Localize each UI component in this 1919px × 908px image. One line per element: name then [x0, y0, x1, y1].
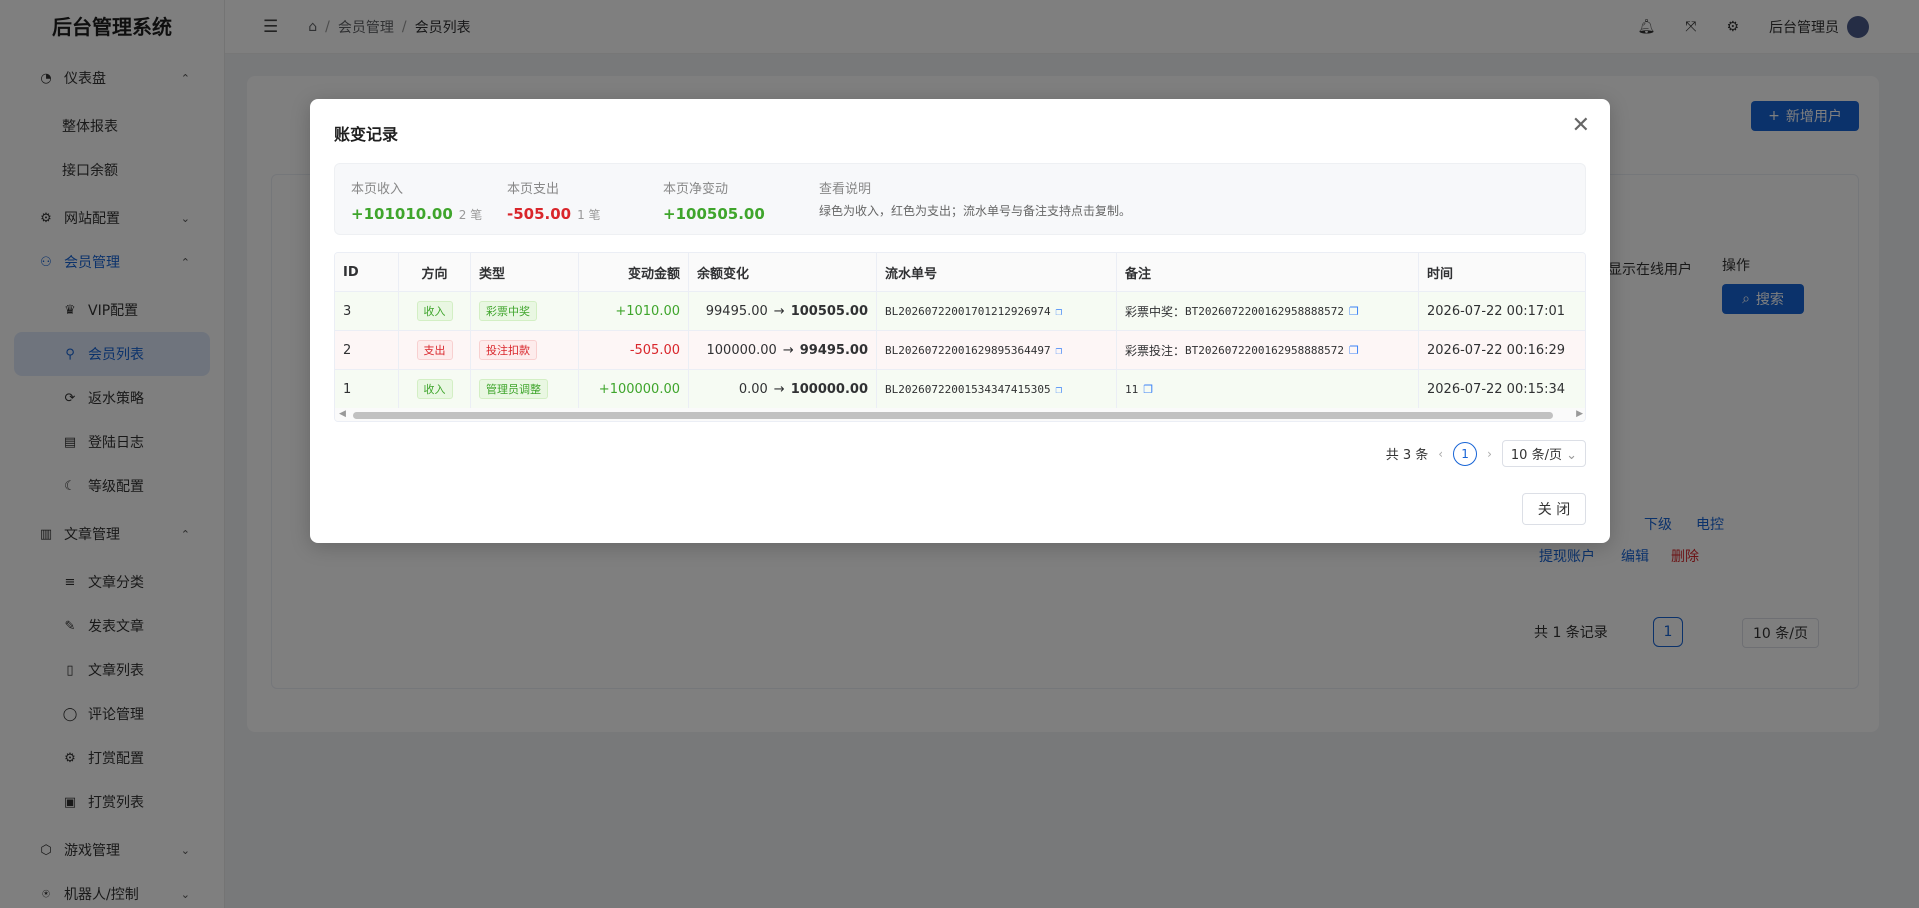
cell-serial[interactable]: BL20260722001629895364497 ❐: [877, 331, 1117, 369]
pagination: 共 3 条 ‹ 1 › 10 条/页 ⌄: [1386, 440, 1586, 467]
memo-value[interactable]: BT202607220016295888857​2: [1185, 305, 1344, 318]
table-row: 3 收入 彩票中奖 +1010.00 99495.00 → 100505.00 BL20260…: [335, 292, 1585, 331]
col-amount: 变动金额: [579, 253, 689, 291]
memo-value[interactable]: 11: [1125, 383, 1138, 396]
summary-panel: 本页收入 +101010.00 2 笔 本页支出 -505.00 1 笔 本页净变动…: [334, 163, 1586, 235]
direction-tag: 收入: [416, 301, 453, 321]
table-row: 2 支出 投注扣款 -505.00 100000.00 → 99495.00 BL202607…: [335, 331, 1585, 370]
memo-prefix: 彩票中奖：: [1125, 304, 1186, 319]
prev-page-icon[interactable]: ‹: [1438, 447, 1443, 461]
balance-to: 100505.00: [790, 303, 868, 319]
table-header: ID 方向 类型 变动金额 余额变化 流水单号 备注 时间: [335, 253, 1585, 292]
arrow-right-icon: →: [782, 342, 794, 358]
net-summary: 本页净变动 +100505.00: [663, 182, 765, 223]
cell-memo[interactable]: 11 ❐: [1117, 370, 1419, 408]
cell-time: 2026-07-22 00:15:34: [1427, 381, 1566, 397]
arrow-right-icon: →: [773, 381, 785, 397]
col-type: 类型: [471, 253, 579, 291]
col-serial: 流水单号: [877, 253, 1117, 291]
copy-icon[interactable]: ❐: [1349, 344, 1359, 357]
type-tag: 管理员调整: [479, 379, 548, 399]
balance-from: 0.00: [738, 381, 768, 397]
direction-tag: 支出: [416, 340, 453, 360]
income-value: +101010.00: [351, 205, 453, 223]
next-page-icon[interactable]: ›: [1487, 447, 1492, 461]
serial-number[interactable]: BL20260722001534347415305: [885, 383, 1051, 396]
cell-id: 2: [335, 331, 399, 369]
cell-type: 彩票中奖: [471, 292, 579, 330]
balance-from: 100000.00: [706, 342, 777, 358]
note-text: 绿色为收入，红色为支出；流水单号与备注支持点击复制。: [819, 204, 1132, 218]
expense-count: 1 笔: [577, 208, 601, 222]
records-table: ID 方向 类型 变动金额 余额变化 流水单号 备注 时间 3 收入 彩票中奖 +10…: [334, 252, 1586, 422]
page-size-select[interactable]: 10 条/页 ⌄: [1501, 440, 1586, 467]
copy-icon[interactable]: ❐: [1349, 305, 1359, 318]
page-1[interactable]: 1: [1453, 441, 1478, 466]
balance-to: 99495.00: [799, 342, 868, 358]
copy-icon[interactable]: ❐: [1056, 383, 1063, 396]
scroll-left-icon[interactable]: ◀: [339, 409, 346, 419]
cell-serial[interactable]: BL202607220017012129269​74 ❐: [877, 292, 1117, 330]
cell-direction: 收入: [399, 292, 471, 330]
table-scrollbar[interactable]: ◀ ▶: [335, 408, 1585, 421]
type-tag: 投注扣款: [479, 340, 537, 360]
copy-icon[interactable]: ❐: [1056, 305, 1063, 318]
serial-number[interactable]: BL20260722001629895364497: [885, 344, 1051, 357]
cell-time: 2026-07-22 00:17:01: [1427, 303, 1566, 319]
cell-amount: +1010.00: [579, 292, 689, 330]
close-icon[interactable]: ✕: [1572, 115, 1590, 137]
copy-icon[interactable]: ❐: [1056, 344, 1063, 357]
cell-amount: +100000.00: [579, 370, 689, 408]
cell-memo[interactable]: 彩票中奖： BT202607220016295888857​2 ❐: [1117, 292, 1419, 330]
memo-value[interactable]: BT2026072200162958888572: [1185, 344, 1344, 357]
scroll-thumb[interactable]: [353, 412, 1553, 419]
scroll-right-icon[interactable]: ▶: [1576, 409, 1583, 419]
balance-to: 100000.00: [790, 381, 868, 397]
close-button[interactable]: 关 闭: [1522, 493, 1586, 525]
income-summary: 本页收入 +101010.00 2 笔: [351, 182, 483, 223]
note-summary: 查看说明 绿色为收入，红色为支出；流水单号与备注支持点击复制。: [819, 182, 1132, 218]
cell-direction: 收入: [399, 370, 471, 408]
direction-tag: 收入: [416, 379, 453, 399]
arrow-right-icon: →: [773, 303, 785, 319]
col-time: 时间: [1427, 266, 1454, 282]
col-direction: 方向: [399, 253, 471, 291]
balance-from: 99495.00: [705, 303, 768, 319]
expense-summary: 本页支出 -505.00 1 笔: [507, 182, 601, 223]
modal-title: 账变记录: [334, 125, 399, 144]
cell-balance: 99495.00 → 100505.00: [689, 292, 877, 330]
memo-prefix: 彩票投注：: [1125, 343, 1186, 358]
cell-memo[interactable]: 彩票投注： BT2026072200162958888572 ❐: [1117, 331, 1419, 369]
balance-change-modal: 账变记录 ✕ 本页收入 +101010.00 2 笔 本页支出 -505.00 1 …: [310, 99, 1610, 543]
cell-type: 投注扣款: [471, 331, 579, 369]
col-balance: 余额变化: [689, 253, 877, 291]
cell-balance: 100000.00 → 99495.00: [689, 331, 877, 369]
serial-number[interactable]: BL202607220017012129269​74: [885, 305, 1051, 318]
income-count: 2 笔: [458, 208, 483, 222]
cell-time: 2026-07-22 00:16:29: [1427, 342, 1566, 358]
expense-value: -505.00: [507, 205, 572, 223]
cell-balance: 0.00 → 100000.00: [689, 370, 877, 408]
type-tag: 彩票中奖: [479, 301, 537, 321]
col-id: ID: [335, 253, 399, 291]
cell-id: 1: [335, 370, 399, 408]
cell-id: 3: [335, 292, 399, 330]
chevron-down-icon: ⌄: [1566, 448, 1577, 463]
cell-amount: -505.00: [579, 331, 689, 369]
cell-serial[interactable]: BL20260722001534347415305 ❐: [877, 370, 1117, 408]
pager-total: 共 3 条: [1385, 448, 1429, 463]
cell-direction: 支出: [399, 331, 471, 369]
col-memo: 备注: [1117, 253, 1419, 291]
copy-icon[interactable]: ❐: [1143, 383, 1153, 396]
table-row: 1 收入 管理员调整 +100000.00 0.00 → 100000.00 BL202607…: [335, 370, 1585, 409]
cell-type: 管理员调整: [471, 370, 579, 408]
net-value: +100505.00: [663, 205, 765, 223]
